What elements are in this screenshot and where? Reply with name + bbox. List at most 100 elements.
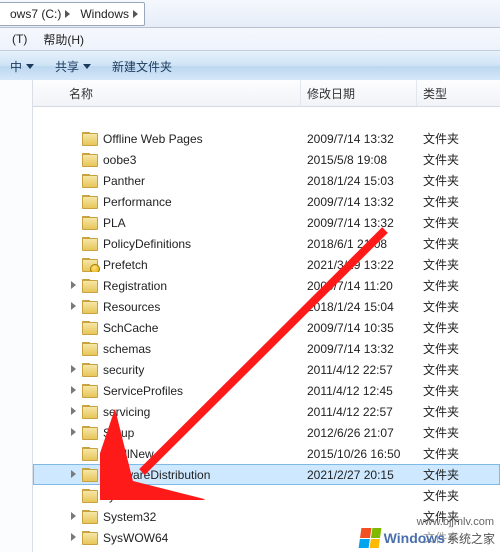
expand-twisty-icon (69, 154, 80, 165)
breadcrumb-item[interactable]: Windows (76, 7, 144, 21)
cell-date: 2015/5/8 19:08 (301, 153, 417, 167)
cell-date: 2018/1/24 15:03 (301, 174, 417, 188)
breadcrumb-item[interactable]: ows7 (C:) (6, 7, 76, 21)
cell-type: 文件夹 (417, 445, 500, 462)
expand-twisty-icon[interactable] (69, 301, 80, 312)
chevron-right-icon[interactable] (65, 10, 70, 18)
cell-type: 文件夹 (417, 487, 500, 504)
folder-row[interactable]: security2011/4/12 22:57文件夹 (33, 359, 500, 380)
column-headers: 名称 修改日期 类型 (33, 80, 500, 107)
cell-type: 文件夹 (417, 298, 500, 315)
cell-date: 2011/4/12 22:57 (301, 405, 417, 419)
menu-item[interactable]: (T) (4, 30, 35, 48)
folder-name: System32 (103, 510, 156, 524)
include-in-library-button[interactable]: 中 (0, 51, 45, 81)
share-button[interactable]: 共享 (45, 51, 102, 81)
folder-name: PLA (103, 216, 126, 230)
expand-twisty-icon (69, 343, 80, 354)
folder-name: SoftwareDistribution (103, 468, 210, 482)
expand-twisty-icon[interactable] (69, 532, 80, 543)
expand-twisty-icon (69, 133, 80, 144)
cell-date: 2021/3/29 13:22 (301, 258, 417, 272)
folder-icon (82, 510, 98, 524)
expand-twisty-icon (69, 448, 80, 459)
cell-name: Prefetch (33, 258, 301, 272)
expand-twisty-icon[interactable] (69, 469, 80, 480)
cell-type: 文件夹 (417, 256, 500, 273)
folder-row[interactable]: PLA2009/7/14 13:32文件夹 (33, 212, 500, 233)
folder-row[interactable]: servicing2011/4/12 22:57文件夹 (33, 401, 500, 422)
folder-icon (82, 153, 98, 167)
folder-icon (82, 384, 98, 398)
cell-date: 2011/4/12 12:45 (301, 384, 417, 398)
cell-name: SysWOW64 (33, 531, 301, 545)
file-rows: Offline Web Pages2009/7/14 13:32文件夹oobe3… (33, 107, 500, 548)
cell-name: Offline Web Pages (33, 132, 301, 146)
cell-date: 2015/10/26 16:50 (301, 447, 417, 461)
folder-row[interactable]: ServiceProfiles2011/4/12 12:45文件夹 (33, 380, 500, 401)
expand-twisty-icon (69, 175, 80, 186)
folder-row[interactable]: Registration2009/7/14 11:20文件夹 (33, 275, 500, 296)
breadcrumb-box[interactable]: ows7 (C:) Windows (0, 2, 145, 26)
cell-date: 2009/7/14 10:35 (301, 321, 417, 335)
folder-row[interactable]: system文件夹 (33, 485, 500, 506)
expand-twisty-icon[interactable] (69, 364, 80, 375)
folder-row[interactable]: Setup2012/6/26 21:07文件夹 (33, 422, 500, 443)
expand-twisty-icon (69, 490, 80, 501)
folder-row[interactable]: Performance2009/7/14 13:32文件夹 (33, 191, 500, 212)
folder-row[interactable]: Offline Web Pages2009/7/14 13:32文件夹 (33, 128, 500, 149)
folder-icon (82, 489, 98, 503)
folder-row[interactable]: schemas2009/7/14 13:32文件夹 (33, 338, 500, 359)
folder-icon (82, 342, 98, 356)
cell-type: 文件夹 (417, 151, 500, 168)
menu-item-help[interactable]: 帮助(H) (35, 29, 92, 50)
folder-row[interactable]: Prefetch 2021/3/29 13:22文件夹 (33, 254, 500, 275)
navigation-pane[interactable] (0, 80, 33, 552)
column-header-name[interactable]: 名称 (33, 80, 301, 106)
new-folder-button[interactable]: 新建文件夹 (102, 51, 183, 81)
folder-row[interactable]: SchCache2009/7/14 10:35文件夹 (33, 317, 500, 338)
expand-twisty-icon[interactable] (69, 406, 80, 417)
include-label: 中 (10, 58, 22, 75)
column-header-type[interactable]: 类型 (417, 80, 500, 106)
command-bar: 中 共享 新建文件夹 (0, 51, 500, 82)
body-split: 名称 修改日期 类型 Offline Web Pages2009/7/14 13… (0, 80, 500, 552)
folder-icon (82, 447, 98, 461)
folder-row[interactable]: PolicyDefinitions2018/6/1 21:08文件夹 (33, 233, 500, 254)
cell-date: 2009/7/14 13:32 (301, 195, 417, 209)
cell-name: Resources (33, 300, 301, 314)
folder-icon (82, 363, 98, 377)
watermark: Windows 系统之家 (358, 527, 497, 549)
folder-row[interactable]: ShellNew2015/10/26 16:50文件夹 (33, 443, 500, 464)
cell-name: SchCache (33, 321, 301, 335)
cell-name: Setup (33, 426, 301, 440)
folder-row[interactable]: Resources2018/1/24 15:04文件夹 (33, 296, 500, 317)
folder-row[interactable]: Panther2018/1/24 15:03文件夹 (33, 170, 500, 191)
folder-name: Prefetch (103, 258, 148, 272)
expand-twisty-icon[interactable] (69, 385, 80, 396)
folder-row[interactable]: SoftwareDistribution2021/2/27 20:15文件夹 (33, 464, 500, 485)
folder-icon (82, 195, 98, 209)
folder-row[interactable]: oobe32015/5/8 19:08文件夹 (33, 149, 500, 170)
cell-date: 2009/7/14 11:20 (301, 279, 417, 293)
folder-icon (82, 216, 98, 230)
expand-twisty-icon[interactable] (69, 280, 80, 291)
column-header-date[interactable]: 修改日期 (301, 80, 417, 106)
cell-name: Panther (33, 174, 301, 188)
menu-bar: (T) 帮助(H) (0, 28, 500, 51)
folder-name: security (103, 363, 144, 377)
folder-row[interactable] (33, 107, 500, 128)
chevron-right-icon[interactable] (133, 10, 138, 18)
folder-icon (82, 531, 98, 545)
expand-twisty-icon[interactable] (69, 427, 80, 438)
cell-date: 2009/7/14 13:32 (301, 216, 417, 230)
cell-name: ShellNew (33, 447, 301, 461)
expand-twisty-icon[interactable] (69, 511, 80, 522)
cell-type: 文件夹 (417, 172, 500, 189)
folder-name: schemas (103, 342, 151, 356)
folder-name: Resources (103, 300, 160, 314)
cell-type: 文件夹 (417, 130, 500, 147)
folder-icon (82, 468, 98, 482)
folder-icon (82, 279, 98, 293)
cell-type: 文件夹 (417, 319, 500, 336)
